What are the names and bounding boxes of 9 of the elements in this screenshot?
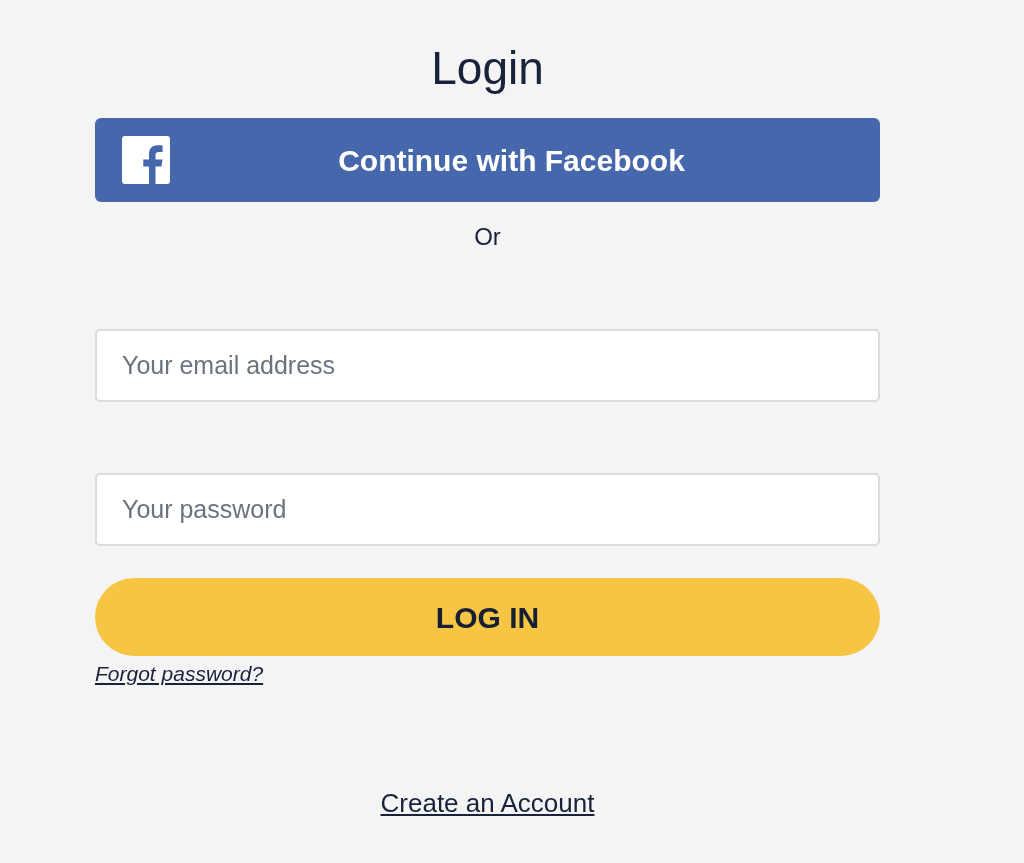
forgot-password-link[interactable]: Forgot password? [95,660,264,688]
page-title: Login [431,41,544,96]
input-field[interactable]: Your password [95,473,880,546]
facebook-logo-icon [122,136,170,184]
separator-text: Or [474,222,501,252]
facebook-login-button[interactable]: Continue with Facebook [95,118,880,202]
create-account-link[interactable]: Create an Account [380,786,595,820]
login-button[interactable]: LOG IN [95,578,880,656]
input-field[interactable]: Your email address [95,329,880,402]
